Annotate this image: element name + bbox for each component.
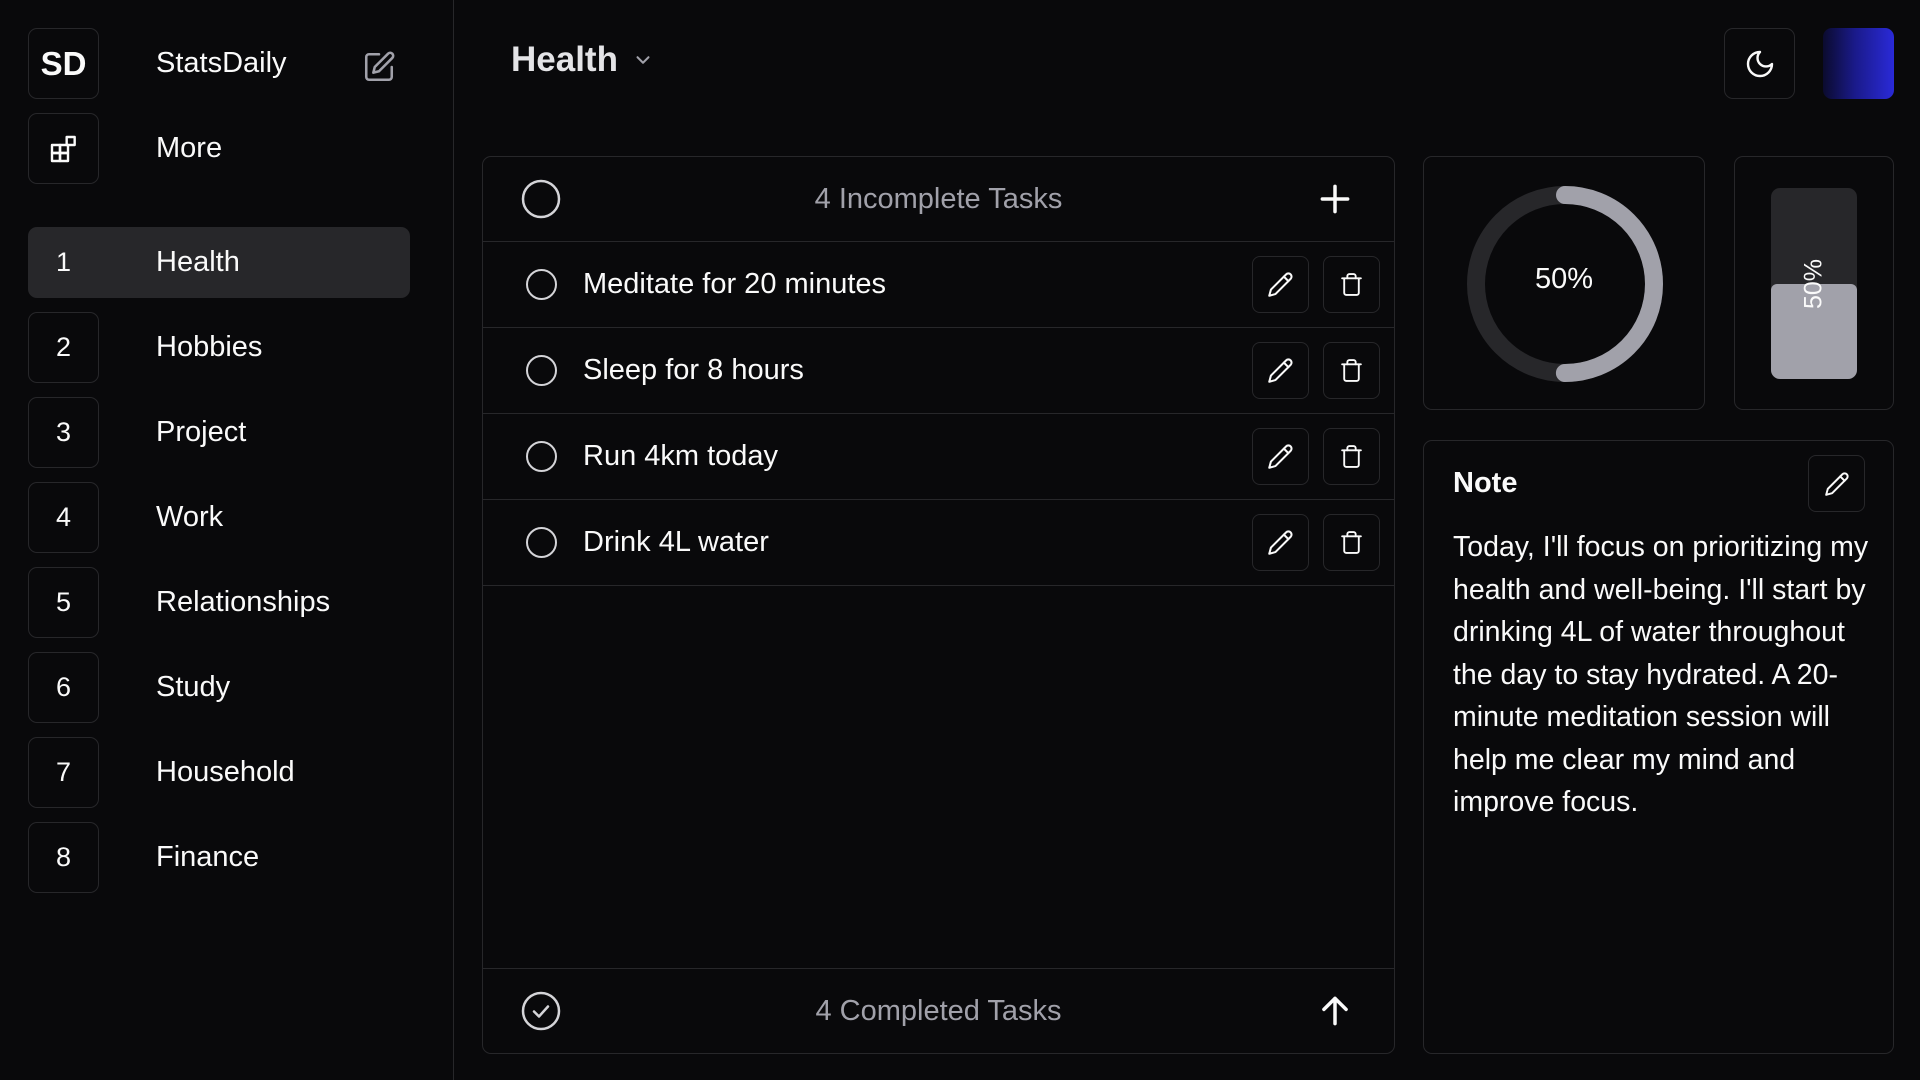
trash-icon [1341, 445, 1362, 468]
sidebar-item-label: Relationships [156, 586, 331, 618]
completed-tasks-footer[interactable]: 4 Completed Tasks [483, 968, 1394, 1053]
progress-ring-card: 50% [1423, 156, 1705, 410]
sidebar: SD StatsDaily More 1 Health 2 Hobbies 3 … [0, 0, 454, 1080]
theme-toggle-button[interactable] [1724, 28, 1795, 99]
trash-icon [1341, 359, 1362, 382]
sidebar-item-label: Household [156, 756, 295, 788]
grid-plus-icon [50, 135, 76, 162]
sidebar-item-number: 3 [28, 397, 99, 468]
sidebar-item-health[interactable]: 1 Health [28, 227, 410, 298]
brand: SD StatsDaily [28, 28, 410, 99]
progress-bar-card: 50% [1734, 156, 1894, 410]
sidebar-item-number: 7 [28, 737, 99, 808]
progress-bar-track: 50% [1771, 188, 1857, 379]
compose-button[interactable] [356, 44, 402, 90]
chevron-down-icon [636, 56, 650, 64]
edit-note-button[interactable] [1808, 455, 1865, 512]
sidebar-item-number: 4 [28, 482, 99, 553]
sidebar-item-number: 8 [28, 822, 99, 893]
sidebar-item-label: Study [156, 671, 231, 703]
sidebar-more[interactable]: More [28, 113, 410, 184]
pencil-icon [1268, 444, 1293, 469]
sidebar-item-label: Health [156, 246, 240, 278]
app-root: SD StatsDaily More 1 Health 2 Hobbies 3 … [0, 0, 1920, 1080]
arrow-up-icon[interactable] [1316, 992, 1354, 1030]
pencil-icon [1268, 530, 1293, 555]
task-checkbox[interactable] [526, 355, 557, 386]
trash-icon [1341, 531, 1362, 554]
delete-task-button[interactable] [1323, 428, 1380, 485]
moon-icon [1746, 50, 1773, 77]
task-row: Meditate for 20 minutes [483, 242, 1394, 328]
incomplete-tasks-title: 4 Incomplete Tasks [814, 182, 1063, 215]
task-text: Drink 4L water [583, 526, 769, 558]
task-checkbox[interactable] [526, 441, 557, 472]
delete-task-button[interactable] [1323, 514, 1380, 571]
sidebar-item-hobbies[interactable]: 2 Hobbies [28, 312, 410, 383]
note-body: Today, I'll focus on prioritizing my hea… [1453, 531, 1869, 818]
sidebar-item-project[interactable]: 3 Project [28, 397, 410, 468]
brand-name: StatsDaily [156, 47, 287, 79]
task-text: Sleep for 8 hours [583, 354, 804, 386]
note-card: Note Today, I'll focus on prioritizing m… [1423, 440, 1894, 1054]
task-text: Meditate for 20 minutes [583, 268, 887, 300]
page-title: Health [511, 40, 618, 79]
avatar[interactable] [1823, 28, 1894, 99]
edit-task-button[interactable] [1252, 342, 1309, 399]
progress-ring-label: 50% [1534, 263, 1594, 295]
sidebar-item-label: Project [156, 416, 247, 448]
sidebar-item-household[interactable]: 7 Household [28, 737, 410, 808]
sidebar-more-label: More [156, 132, 223, 164]
sidebar-item-number: 5 [28, 567, 99, 638]
brand-logo: SD [28, 28, 99, 99]
sidebar-item-number: 6 [28, 652, 99, 723]
sidebar-item-relationships[interactable]: 5 Relationships [28, 567, 410, 638]
edit-task-button[interactable] [1252, 514, 1309, 571]
note-title: Note [1453, 467, 1518, 499]
task-row: Sleep for 8 hours [483, 328, 1394, 414]
pencil-square-icon [364, 51, 395, 82]
edit-task-button[interactable] [1252, 428, 1309, 485]
task-panel: 4 Incomplete Tasks Meditate for 20 minut… [482, 156, 1395, 1054]
completed-tasks-title: 4 Completed Tasks [815, 994, 1062, 1027]
sidebar-item-study[interactable]: 6 Study [28, 652, 410, 723]
pencil-icon [1268, 358, 1293, 383]
task-checkbox[interactable] [526, 527, 557, 558]
task-text: Run 4km today [583, 440, 779, 472]
task-row: Run 4km today [483, 414, 1394, 500]
sidebar-item-label: Hobbies [156, 331, 263, 363]
pencil-icon [1824, 471, 1849, 496]
pencil-icon [1268, 272, 1293, 297]
circle-icon[interactable] [520, 178, 562, 220]
category-dropdown[interactable]: Health [511, 40, 654, 80]
more-icon-box [28, 113, 99, 184]
check-circle-icon [521, 991, 561, 1031]
sidebar-item-number: 2 [28, 312, 99, 383]
sidebar-item-number: 1 [55, 247, 72, 277]
incomplete-tasks-header: 4 Incomplete Tasks [483, 157, 1394, 242]
edit-task-button[interactable] [1252, 256, 1309, 313]
trash-icon [1341, 273, 1362, 296]
sidebar-item-work[interactable]: 4 Work [28, 482, 410, 553]
delete-task-button[interactable] [1323, 342, 1380, 399]
sidebar-item-label: Work [156, 501, 224, 533]
plus-icon[interactable] [1316, 180, 1354, 218]
progress-bar-label: 50% [1799, 258, 1828, 309]
task-row: Drink 4L water [483, 500, 1394, 586]
sidebar-item-finance[interactable]: 8 Finance [28, 822, 410, 893]
task-checkbox[interactable] [526, 269, 557, 300]
delete-task-button[interactable] [1323, 256, 1380, 313]
sidebar-item-label: Finance [156, 841, 260, 873]
